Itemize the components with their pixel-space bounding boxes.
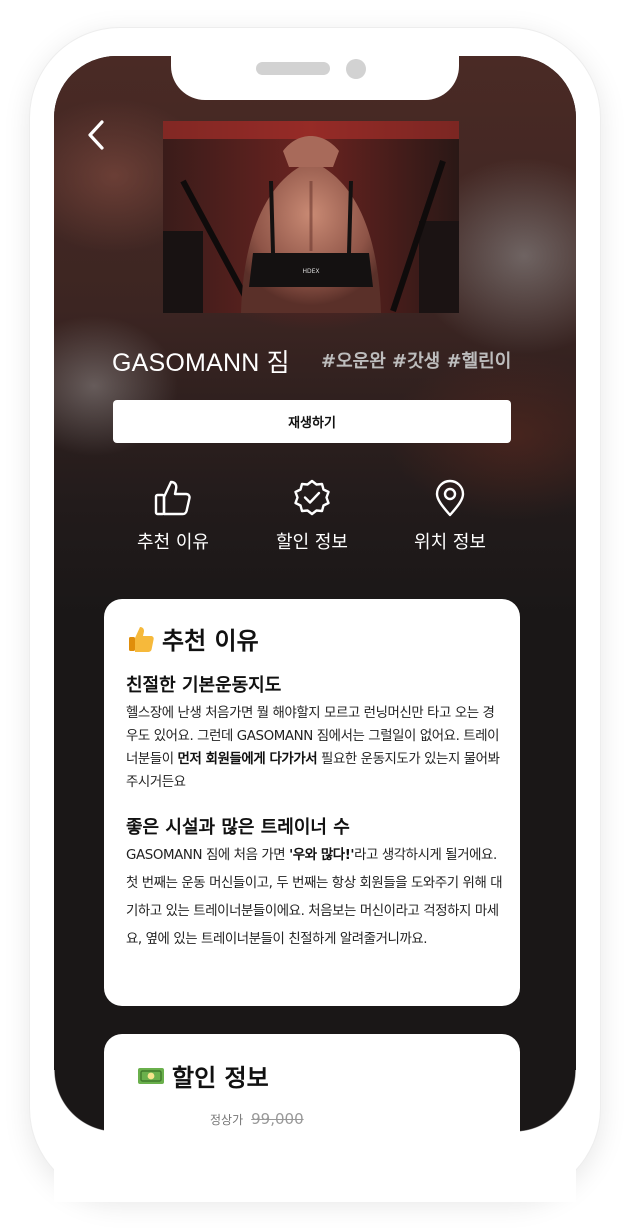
play-button[interactable]: 재생하기 bbox=[113, 400, 511, 443]
thumbs-up-icon bbox=[154, 480, 191, 516]
original-price: 99,000 bbox=[251, 1110, 304, 1128]
discount-heading: 할인 정보 bbox=[136, 1058, 269, 1093]
nav-label-location: 위치 정보 bbox=[414, 532, 486, 553]
speaker-grille bbox=[256, 62, 330, 75]
discount-heading-text: 할인 정보 bbox=[172, 1064, 269, 1092]
video-thumbnail-image: HDEX bbox=[163, 121, 459, 313]
nav-location-info[interactable]: 위치 정보 bbox=[385, 478, 515, 564]
screen-bottom-mask bbox=[54, 1132, 576, 1202]
body-text: GASOMANN 짐에 처음 가면 bbox=[126, 848, 290, 863]
recommend-heading-text: 추천 이유 bbox=[162, 627, 259, 655]
body-bold-text: 먼저 회원들에게 다가가서 bbox=[177, 752, 318, 767]
phone-notch bbox=[171, 28, 459, 100]
recommend-heading: 추천 이유 bbox=[126, 621, 259, 656]
chevron-left-icon bbox=[88, 120, 104, 150]
screen-bottom-right-corner bbox=[514, 1070, 576, 1132]
money-emoji-icon bbox=[138, 1067, 164, 1084]
gym-title: GASOMANN 짐 bbox=[112, 349, 290, 377]
section-body-guidance: 헬스장에 난생 처음가면 뭘 해야할지 모르고 런닝머신만 타고 오는 경우도 … bbox=[126, 702, 506, 794]
price-row: 정상가 99,000 bbox=[210, 1110, 304, 1128]
section-body-facilities: GASOMANN 짐에 처음 가면 '우와 많다!'라고 생각하시게 될거에요.… bbox=[126, 842, 506, 954]
front-camera bbox=[346, 59, 366, 79]
price-label: 정상가 bbox=[210, 1113, 244, 1127]
badge-check-icon bbox=[294, 479, 330, 516]
nav-label-recommend: 추천 이유 bbox=[137, 532, 209, 553]
nav-label-discount: 할인 정보 bbox=[276, 532, 348, 553]
gym-hashtags: #오운완 #갓생 #헬린이 bbox=[321, 351, 512, 372]
recommend-card: 추천 이유 친절한 기본운동지도 헬스장에 난생 처음가면 뭘 해야할지 모르고… bbox=[104, 599, 520, 1006]
body-bold-text: '우와 많다!' bbox=[289, 848, 355, 863]
section-title-facilities: 좋은 시설과 많은 트레이너 수 bbox=[126, 817, 350, 838]
map-pin-icon bbox=[435, 479, 465, 517]
video-thumbnail[interactable]: HDEX bbox=[163, 121, 459, 313]
screen-bottom-left-corner bbox=[54, 1070, 116, 1132]
thumbs-up-emoji-icon bbox=[129, 626, 154, 652]
nav-discount-info[interactable]: 할인 정보 bbox=[247, 478, 377, 564]
quick-nav: 추천 이유 할인 정보 위치 정보 bbox=[0, 478, 630, 568]
section-title-guidance: 친절한 기본운동지도 bbox=[126, 675, 282, 696]
nav-recommend-reason[interactable]: 추천 이유 bbox=[108, 478, 238, 564]
back-button[interactable] bbox=[82, 118, 112, 152]
video-brand-label: HDEX bbox=[302, 268, 319, 275]
